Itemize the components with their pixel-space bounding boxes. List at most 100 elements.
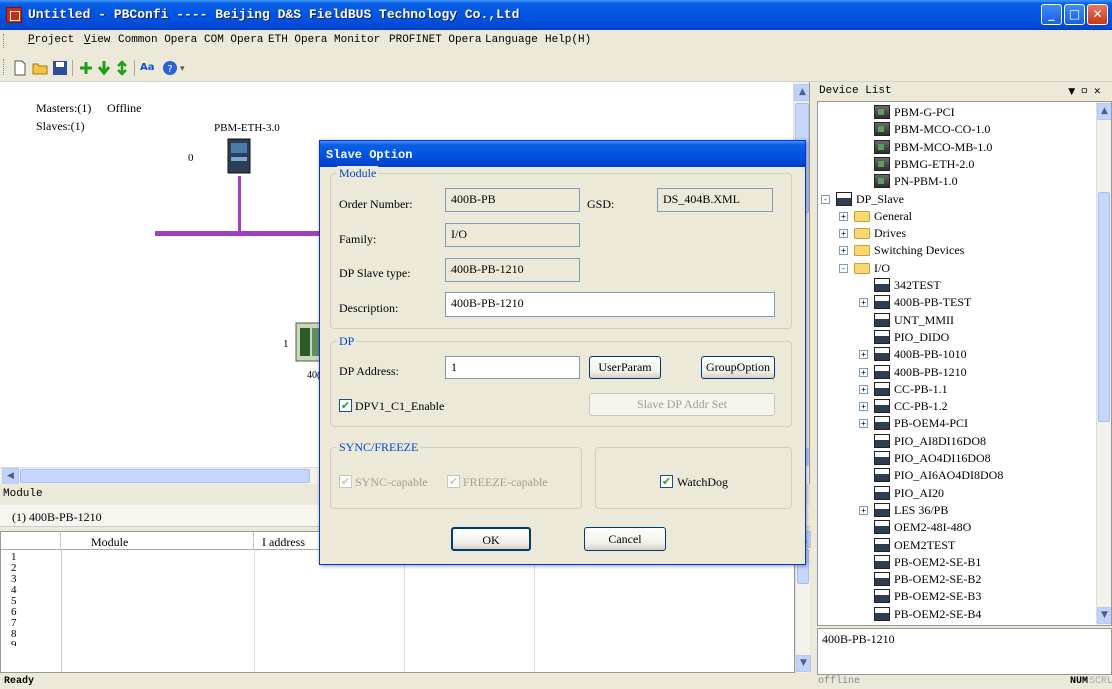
new-icon[interactable] [12,60,28,76]
close-icon[interactable]: ✕ [1093,87,1106,97]
tree-node-label: 342TEST [894,278,941,292]
tree-node-label: PBM-MCO-MB-1.0 [894,139,993,154]
close-button[interactable]: ✕ [1087,4,1108,25]
table-row-number[interactable]: 2 [1,563,61,574]
tree-node-label: PB-OEM4-PCI [894,416,969,431]
tree-node-label: PIO_AI8DI16DO8 [894,433,986,448]
tree-node-label: PIO_AI6AO4DI8DO8 [894,468,1004,483]
expand-icon[interactable]: + [839,229,848,239]
slave-dp-addr-set-button[interactable]: Slave DP Addr Set [589,393,775,416]
table-row-number[interactable]: 9 [1,640,61,646]
toolbar: Aa ? ▾ [0,52,1112,82]
table-row-number[interactable]: 3 [1,574,61,585]
download-icon[interactable] [96,60,112,76]
table-row-number[interactable]: 6 [1,607,61,618]
expand-icon[interactable]: + [859,505,868,515]
scroll-down-icon[interactable]: ▼ [796,655,811,672]
master-device-icon [874,122,890,137]
groupoption-button[interactable]: GroupOption [701,356,775,379]
menu-help[interactable]: Help(H) [545,34,591,46]
dp-address-label: DP Address: [339,364,399,378]
save-icon[interactable] [52,60,68,76]
pin-icon[interactable]: ㅁ [1080,87,1093,97]
dp-address-input[interactable]: 1 [445,356,580,379]
slave-device-icon [874,347,890,362]
slave-device-icon [874,364,890,379]
expand-icon[interactable]: + [839,211,848,221]
dpv1-label: DPV1_C1_Enable [355,399,445,413]
module-group: Module Order Number: 400B-PB GSD: DS_404… [330,166,792,329]
dpv1-checkbox[interactable]: ✔ [339,399,352,412]
ok-button[interactable]: OK [451,527,531,551]
sync-freeze-group-label: SYNC/FREEZE [337,440,421,455]
menu-project[interactable]: Project [28,34,74,46]
open-icon[interactable] [32,60,48,76]
tree-node-label: UNT_MMII [894,312,954,327]
scroll-left-icon[interactable]: ◀ [2,468,19,484]
column-module[interactable]: Module [61,532,254,550]
scroll-up-icon[interactable]: ▲ [1097,103,1111,120]
device-list-panel: Device List ▼ㅁ✕ PBM-G-PCI PBM-MCO-CO-1.0 P… [815,82,1112,675]
table-row-number[interactable]: 4 [1,585,61,596]
menu-profinet-opera[interactable]: PROFINET Opera [389,34,481,46]
panel-controls[interactable]: ▼ㅁ✕ [1068,84,1106,97]
table-row-number[interactable]: 8 [1,629,61,640]
tree-node-label: Drives [874,226,906,241]
sync-capable-checkbox[interactable]: ✔ [339,475,352,488]
minimize-button[interactable]: _ [1041,4,1062,25]
tree-node-label: PIO_AO4DI16DO8 [894,451,991,465]
collapse-icon[interactable]: - [821,194,830,204]
description-input[interactable]: 400B-PB-1210 [445,292,775,317]
toolbar-overflow-icon[interactable]: ▾ [180,63,185,74]
expand-icon[interactable]: + [859,367,868,377]
table-corner [1,532,61,550]
tree-node-label: 400B-PB-TEST [894,295,972,310]
dropdown-icon[interactable]: ▼ [1068,87,1080,97]
cancel-button[interactable]: Cancel [584,527,666,551]
menu-view[interactable]: View [84,34,110,46]
menu-eth-opera[interactable]: ETH Opera [268,34,327,46]
scroll-thumb[interactable] [1098,192,1110,422]
table-row-number[interactable]: 1 [1,552,61,563]
table-row-number[interactable]: 7 [1,618,61,629]
slave-device-icon [874,329,890,344]
menu-common-opera[interactable]: Common Opera [118,34,197,46]
maximize-button[interactable]: □ [1064,4,1085,25]
device-tree[interactable]: PBM-G-PCI PBM-MCO-CO-1.0 PBM-MCO-MB-1.0 PBM… [817,101,1112,626]
menu-language[interactable]: Language [485,34,538,46]
slave-device-icon [874,433,890,448]
expand-icon[interactable]: + [859,419,868,429]
table-row-number[interactable]: 5 [1,596,61,607]
watchdog-checkbox[interactable]: ✔ [660,475,673,488]
grid-line [61,550,62,672]
slave-device-icon [874,468,890,483]
menu-grip[interactable] [3,34,6,48]
master-device-icon [874,156,890,171]
scroll-up-icon[interactable]: ▲ [794,84,809,101]
add-icon[interactable] [78,60,94,76]
expand-icon[interactable]: + [859,298,868,308]
toolbar-separator [72,60,73,76]
scroll-down-icon[interactable]: ▼ [1097,607,1111,624]
expand-icon[interactable]: + [859,402,868,412]
tree-vscrollbar[interactable]: ▲ ▼ [1096,102,1111,625]
dialog-title: Slave Option [320,141,805,167]
menu-com-opera[interactable]: COM Opera [204,34,263,46]
master-device-icon[interactable] [226,137,254,175]
menu-monitor[interactable]: Monitor [334,34,380,46]
expand-icon[interactable]: + [859,350,868,360]
hscroll-thumb[interactable] [20,469,310,483]
folder-icon [854,245,870,257]
window-titlebar: Untitled - PBConfi ---- Beijing D&S Fiel… [0,0,1112,30]
upload-icon[interactable] [114,60,130,76]
userparam-button[interactable]: UserParam [589,356,661,379]
sync-capable-label: SYNC-capable [355,475,428,489]
font-icon[interactable]: Aa [140,60,156,76]
collapse-icon[interactable]: - [839,263,848,273]
expand-icon[interactable]: + [859,384,868,394]
freeze-capable-checkbox[interactable]: ✔ [447,475,460,488]
toolbar-grip[interactable] [3,59,6,75]
expand-icon[interactable]: + [839,246,848,256]
help-icon[interactable]: ? [162,60,178,76]
tree-node-label: PIO_DIDO [894,329,950,344]
